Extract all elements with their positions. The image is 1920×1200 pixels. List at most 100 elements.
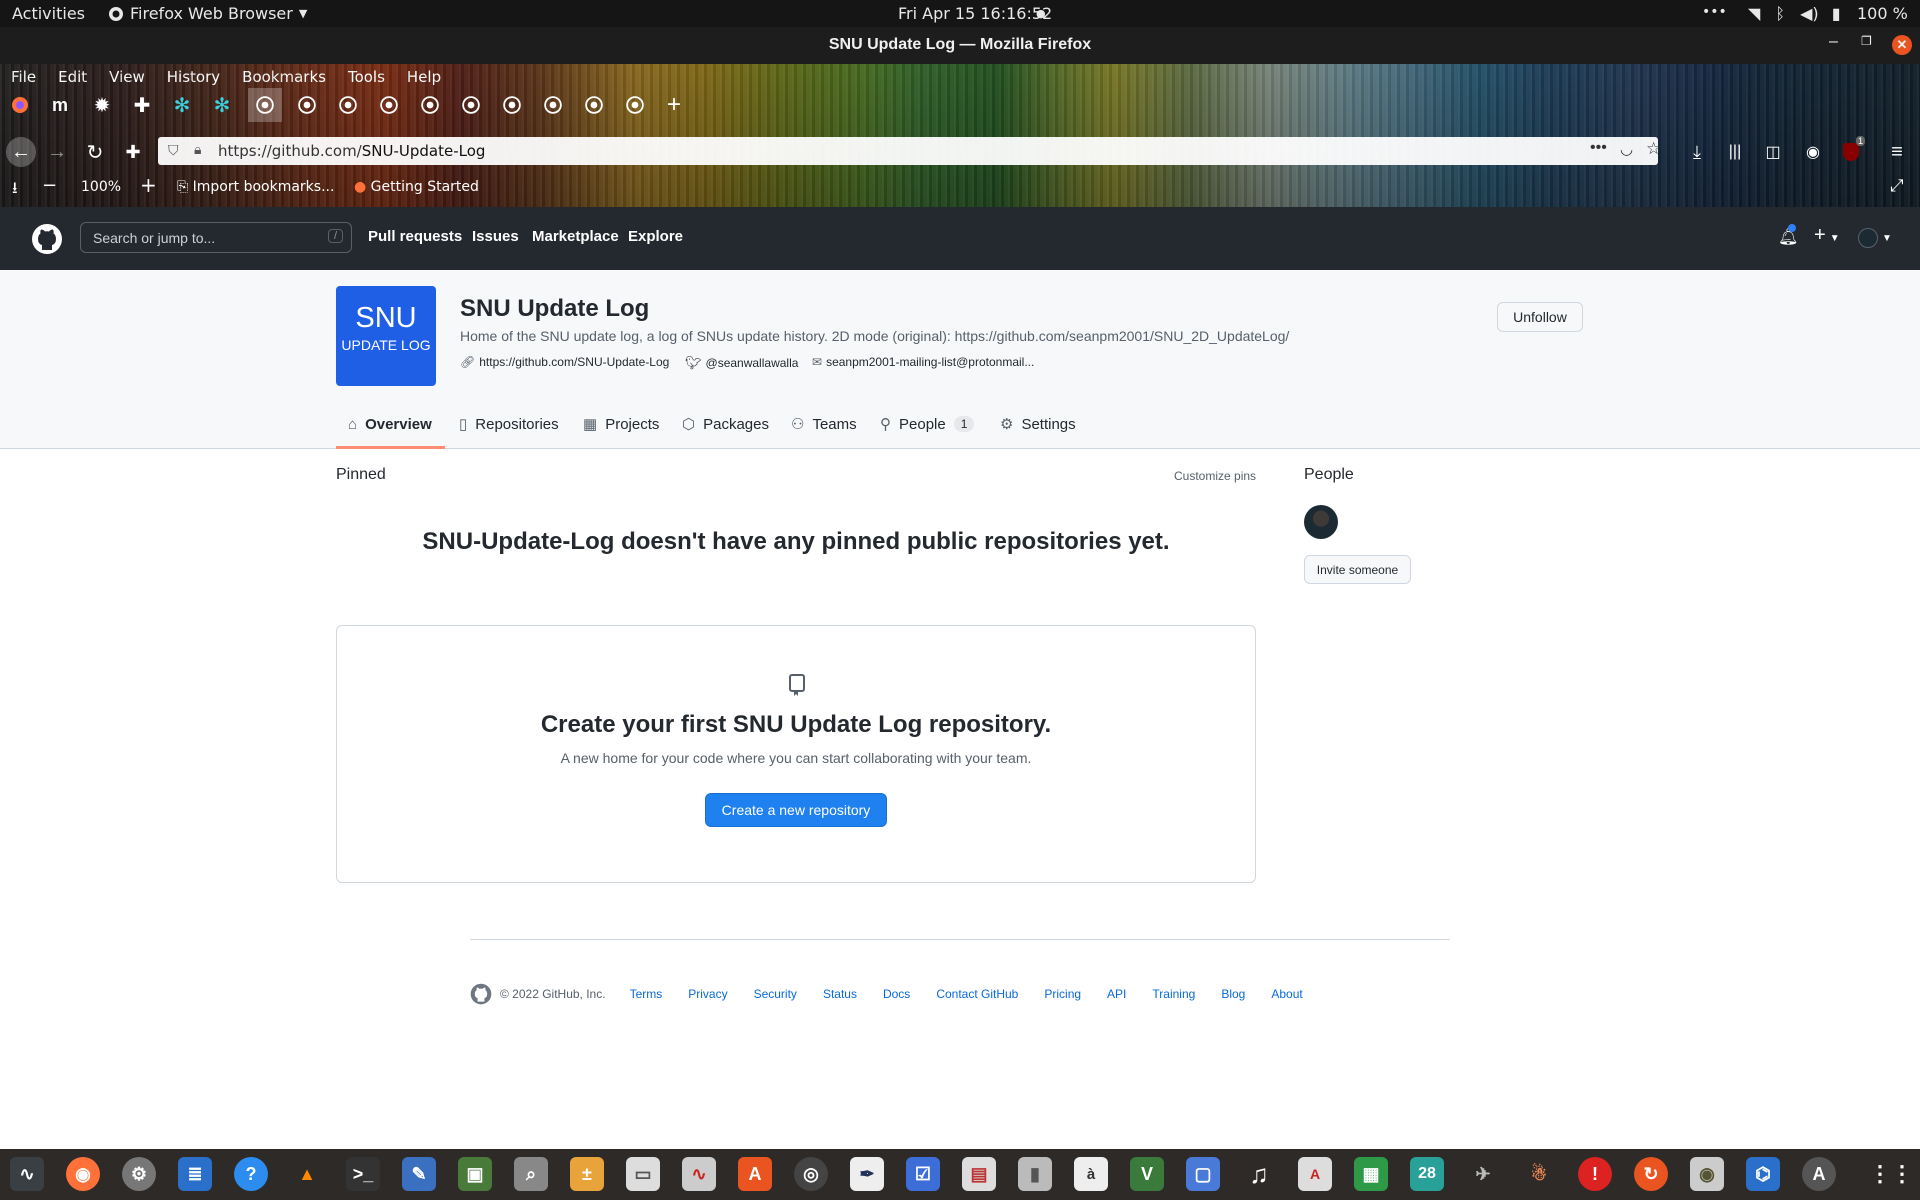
system-monitor-icon[interactable]: ∿: [10, 1157, 44, 1191]
activities-button[interactable]: Activities: [12, 4, 85, 23]
tab-devtools-1[interactable]: ✻: [168, 91, 196, 119]
ublock-button[interactable]: 1: [1838, 136, 1866, 165]
footer-link-status[interactable]: Status: [823, 987, 857, 1001]
tab-projects[interactable]: ▦ Projects: [583, 400, 659, 448]
show-apps-icon[interactable]: ⋮⋮: [1869, 1157, 1913, 1191]
menu-file[interactable]: File: [11, 68, 36, 86]
app-menu[interactable]: Firefox Web Browser ▼: [108, 4, 307, 23]
create-new-menu[interactable]: + ▼: [1814, 224, 1840, 247]
bookmark-getting-started[interactable]: ● Getting Started: [354, 179, 479, 195]
minimize-icon[interactable]: –: [1829, 33, 1838, 51]
spreadsheet-icon[interactable]: ▦: [1354, 1157, 1388, 1191]
more-icon[interactable]: •••: [1702, 4, 1727, 20]
notifications-bell-icon[interactable]: 🔔︎: [1778, 224, 1798, 247]
save-to-bookmarks-icon[interactable]: ⭳: [12, 177, 18, 204]
back-button[interactable]: ←: [6, 137, 36, 167]
search-input[interactable]: Search or jump to... /: [80, 222, 352, 253]
footer-link-docs[interactable]: Docs: [883, 987, 910, 1001]
org-email[interactable]: ✉ seanpm2001-mailing-list@protonmail...: [812, 355, 1034, 369]
text-editor-icon[interactable]: ✎: [402, 1157, 436, 1191]
invite-someone-button[interactable]: Invite someone: [1304, 555, 1411, 584]
unfollow-button[interactable]: Unfollow: [1497, 302, 1583, 332]
footer-link-privacy[interactable]: Privacy: [688, 987, 727, 1001]
tab-github[interactable]: [457, 91, 485, 119]
github-logo-icon[interactable]: [470, 983, 492, 1005]
tab-addons[interactable]: ✚: [128, 91, 156, 119]
menu-bookmarks[interactable]: Bookmarks: [242, 68, 326, 86]
downloads-button[interactable]: ⤓: [1684, 139, 1710, 165]
game-icon[interactable]: ☃: [1522, 1157, 1556, 1191]
character-map-icon[interactable]: à: [1074, 1157, 1108, 1191]
tab-github[interactable]: [498, 91, 526, 119]
vlc-icon[interactable]: ▲: [290, 1157, 324, 1191]
footer-link-security[interactable]: Security: [754, 987, 797, 1001]
new-tab-button[interactable]: +: [660, 91, 688, 119]
tab-github[interactable]: [621, 91, 649, 119]
url-text[interactable]: https://github.com/SNU-Update-Log: [218, 142, 485, 160]
screenshot-icon[interactable]: ▣: [458, 1157, 492, 1191]
page-actions-icon[interactable]: •••: [1590, 139, 1607, 157]
library-button[interactable]: |||: [1722, 139, 1748, 165]
menu-help[interactable]: Help: [407, 68, 441, 86]
nav-explore[interactable]: Explore: [628, 228, 683, 245]
tab-settings-gear[interactable]: ✹: [88, 91, 116, 119]
account-button[interactable]: ◉: [1800, 139, 1826, 165]
menu-history[interactable]: History: [167, 68, 220, 86]
status-icons[interactable]: ◥ ᛒ ◀) ▮: [1748, 4, 1841, 23]
star-icon[interactable]: ☆: [1646, 139, 1661, 159]
footer-link-blog[interactable]: Blog: [1221, 987, 1245, 1001]
tab-repositories[interactable]: ▯ Repositories: [459, 400, 559, 448]
member-avatar[interactable]: [1304, 505, 1338, 539]
calculator-icon[interactable]: ±: [570, 1157, 604, 1191]
lock-icon[interactable]: 🔒︎: [194, 141, 201, 158]
disk-icon[interactable]: ◎: [794, 1157, 828, 1191]
maximize-icon[interactable]: ❐: [1861, 34, 1872, 48]
menu-tools[interactable]: Tools: [348, 68, 385, 86]
tab-github[interactable]: [539, 91, 567, 119]
footer-link-training[interactable]: Training: [1152, 987, 1195, 1001]
software-center-icon[interactable]: A: [738, 1157, 772, 1191]
zoom-in-button[interactable]: +: [140, 173, 157, 197]
footer-link-contact[interactable]: Contact GitHub: [936, 987, 1018, 1001]
settings-icon[interactable]: ⚙: [122, 1157, 156, 1191]
tab-medium[interactable]: m: [46, 91, 74, 119]
tab-settings[interactable]: ⚙ Settings: [1000, 400, 1076, 448]
pdf-icon[interactable]: A: [1298, 1157, 1332, 1191]
menu-edit[interactable]: Edit: [58, 68, 87, 86]
app-store-icon[interactable]: A: [1802, 1157, 1836, 1191]
tab-github[interactable]: [334, 91, 362, 119]
footer-link-pricing[interactable]: Pricing: [1044, 987, 1081, 1001]
zoom-level[interactable]: 100%: [81, 179, 121, 195]
reload-button[interactable]: ↻: [82, 139, 108, 165]
zoom-out-button[interactable]: −: [42, 175, 57, 196]
inkscape-icon[interactable]: ✒: [850, 1157, 884, 1191]
tab-packages[interactable]: ⬡ Packages: [682, 400, 769, 448]
fullscreen-icon[interactable]: ⤢: [1890, 176, 1904, 196]
webcam-icon[interactable]: ◉: [1690, 1157, 1724, 1191]
tab-github[interactable]: [375, 91, 403, 119]
user-menu[interactable]: ▼: [1858, 228, 1892, 248]
tab-firefox[interactable]: [6, 91, 34, 119]
pocket-icon[interactable]: ◡: [1620, 140, 1633, 158]
document-viewer-icon[interactable]: ▤: [962, 1157, 996, 1191]
clock[interactable]: Fri Apr 15 16:16:52: [898, 4, 1052, 23]
tasks-icon[interactable]: ☑: [906, 1157, 940, 1191]
app-menu-button[interactable]: ≡: [1884, 139, 1910, 165]
org-twitter[interactable]: 🐦︎ @seanwallawalla: [685, 355, 798, 371]
extensions-button[interactable]: ✚: [120, 139, 146, 165]
writer-icon[interactable]: ≣: [178, 1157, 212, 1191]
github-logo-icon[interactable]: [31, 223, 63, 255]
archive-icon[interactable]: ▮: [1018, 1157, 1052, 1191]
create-repository-button[interactable]: Create a new repository: [705, 793, 887, 827]
tab-github[interactable]: [580, 91, 608, 119]
footer-link-about[interactable]: About: [1271, 987, 1302, 1001]
screen-icon[interactable]: ▢: [1186, 1157, 1220, 1191]
remote-desktop-icon[interactable]: ⌬: [1746, 1157, 1780, 1191]
image-viewer-icon[interactable]: ⌕: [514, 1157, 548, 1191]
alert-icon[interactable]: !: [1578, 1157, 1612, 1191]
menu-view[interactable]: View: [109, 68, 145, 86]
firefox-icon[interactable]: ◉: [66, 1157, 100, 1191]
url-bar[interactable]: ⛉ 🔒︎ https://github.com/SNU-Update-Log •…: [158, 137, 1661, 165]
tab-devtools-2[interactable]: ✻: [208, 91, 236, 119]
terminal-icon[interactable]: >_: [346, 1157, 380, 1191]
